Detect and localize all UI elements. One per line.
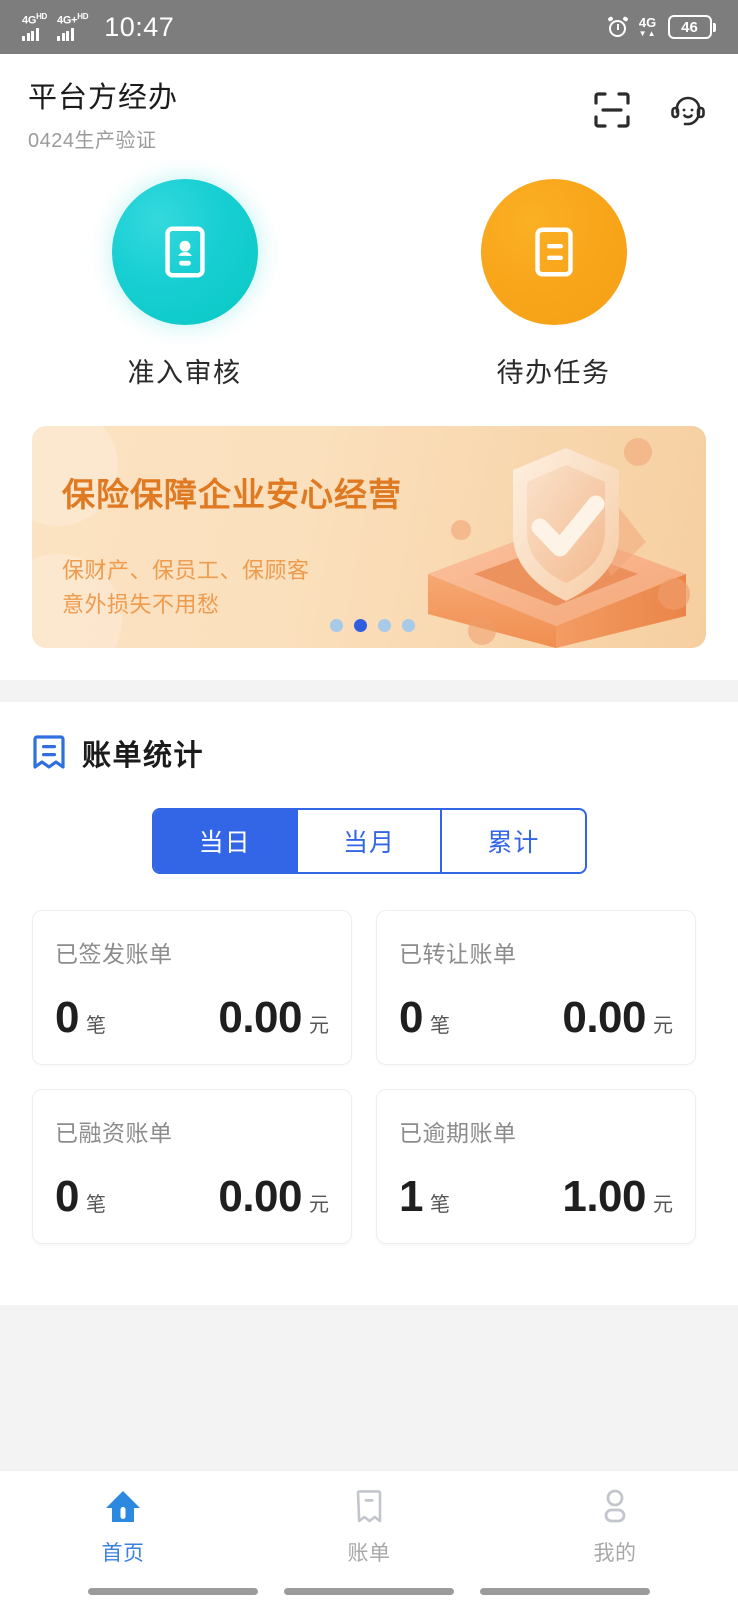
document-list-icon bbox=[534, 227, 573, 277]
stat-card-label: 已融资账单 bbox=[55, 1120, 173, 1147]
tab-period-month[interactable]: 当月 bbox=[298, 810, 443, 873]
stat-count-unit: 笔 bbox=[429, 1015, 450, 1038]
stat-card-financed[interactable]: 已融资账单 0 笔 0.00 元 bbox=[32, 1089, 352, 1245]
bill-statistics-header: 账单统计 bbox=[32, 732, 706, 774]
stat-amount-unit: 元 bbox=[653, 1015, 673, 1038]
stat-card-values: 0 笔 0.00 元 bbox=[399, 993, 673, 1043]
carrier2-label: 4G+ bbox=[57, 14, 78, 27]
status-bar-clock: 10:47 bbox=[104, 11, 175, 42]
app-screen: 4GHD 4G+HD 10:47 4G ▼▲ 46 平台方经办 0424生产验证… bbox=[0, 0, 738, 1600]
network-type-label: 4G bbox=[638, 15, 657, 30]
stat-card-issued[interactable]: 已签发账单 0 笔 0.00 元 bbox=[32, 910, 352, 1066]
carrier1-hd-label: HD bbox=[36, 11, 48, 21]
customer-service-icon[interactable] bbox=[666, 88, 710, 132]
header-actions bbox=[590, 80, 710, 132]
carrier2-hd-label: HD bbox=[77, 11, 89, 21]
network-arrows-icon: ▼▲ bbox=[638, 29, 657, 38]
stat-count-value: 0 bbox=[55, 993, 79, 1043]
scan-icon[interactable] bbox=[590, 88, 634, 132]
home-indicator bbox=[0, 1588, 738, 1595]
battery-level-label: 46 bbox=[681, 18, 698, 36]
tab-label: 账单 bbox=[347, 1542, 391, 1565]
stat-amount-unit: 元 bbox=[653, 1194, 673, 1217]
status-bar: 4GHD 4G+HD 10:47 4G ▼▲ 46 bbox=[0, 0, 738, 54]
stat-count-unit: 笔 bbox=[85, 1015, 106, 1038]
status-bar-left: 4GHD 4G+HD 10:47 bbox=[22, 12, 174, 43]
signal-indicator-1: 4GHD bbox=[22, 11, 48, 42]
page-background-filler bbox=[0, 1305, 738, 1470]
stat-card-transferred[interactable]: 已转让账单 0 笔 0.00 元 bbox=[376, 910, 696, 1066]
quick-entry-access-review[interactable]: 准入审核 bbox=[0, 179, 369, 390]
carousel-dot[interactable] bbox=[378, 619, 391, 633]
signal-bars-icon bbox=[22, 28, 39, 42]
status-bar-right: 4G ▼▲ 46 bbox=[606, 15, 716, 39]
carrier1-label: 4G bbox=[22, 14, 37, 27]
stat-count-unit: 笔 bbox=[429, 1194, 450, 1217]
stat-card-values: 1 笔 1.00 元 bbox=[399, 1172, 673, 1222]
id-card-icon bbox=[164, 226, 205, 278]
alarm-clock-icon bbox=[606, 15, 629, 37]
shield-check-in-box-illustration bbox=[428, 438, 690, 649]
section-divider bbox=[0, 680, 738, 703]
banner-slide[interactable]: 保险保障企业安心经营 保财产、保员工、保顾客 意外损失不用愁 bbox=[32, 426, 706, 649]
stat-card-label: 已签发账单 bbox=[55, 941, 173, 968]
home-icon bbox=[106, 1491, 140, 1522]
stat-count-value: 0 bbox=[55, 1172, 79, 1222]
quick-entry-label: 待办任务 bbox=[496, 358, 611, 389]
banner-subtitle-line1: 保财产、保员工、保顾客 bbox=[62, 558, 310, 584]
stat-card-values: 0 笔 0.00 元 bbox=[55, 993, 329, 1043]
bottom-tab-bar: 首页 账单 我的 bbox=[0, 1470, 738, 1600]
bill-statistics-section: 账单统计 当日 当月 累计 已签发账单 0 笔 0.00 元 已转让账单 0 笔… bbox=[0, 702, 738, 1245]
stat-card-label: 已转让账单 bbox=[399, 941, 517, 968]
page-title: 平台方经办 bbox=[28, 82, 179, 114]
tab-bills[interactable]: 账单 bbox=[246, 1485, 492, 1600]
stat-card-values: 0 笔 0.00 元 bbox=[55, 1172, 329, 1222]
signal-indicator-2: 4G+HD bbox=[57, 11, 89, 42]
tab-label: 首页 bbox=[101, 1542, 145, 1565]
carousel-dot[interactable] bbox=[402, 619, 415, 633]
stat-amount-value: 0.00 bbox=[218, 1172, 302, 1222]
page-header: 平台方经办 0424生产验证 bbox=[0, 54, 738, 165]
tab-label: 我的 bbox=[593, 1542, 637, 1565]
stat-amount-value: 0.00 bbox=[562, 993, 646, 1043]
period-segmented-control[interactable]: 当日 当月 累计 bbox=[151, 808, 587, 875]
stat-count-unit: 笔 bbox=[85, 1194, 106, 1217]
carousel-dots[interactable] bbox=[330, 619, 415, 633]
profile-icon bbox=[604, 1489, 626, 1523]
quick-entry-pending-tasks[interactable]: 待办任务 bbox=[369, 179, 738, 390]
header-titles: 平台方经办 0424生产验证 bbox=[28, 80, 178, 153]
tab-period-total[interactable]: 累计 bbox=[442, 810, 584, 872]
bill-receipt-icon bbox=[33, 735, 65, 769]
carousel-dot[interactable] bbox=[330, 619, 343, 633]
access-review-button[interactable] bbox=[111, 179, 258, 326]
stat-amount-unit: 元 bbox=[309, 1015, 329, 1038]
stat-card-overdue[interactable]: 已逾期账单 1 笔 1.00 元 bbox=[376, 1089, 696, 1245]
tab-profile[interactable]: 我的 bbox=[492, 1485, 738, 1600]
carousel-dot-active[interactable] bbox=[354, 619, 367, 633]
pending-tasks-button[interactable] bbox=[480, 179, 627, 326]
bill-icon bbox=[356, 1490, 382, 1523]
battery-indicator: 46 bbox=[667, 15, 716, 39]
section-title: 账单统计 bbox=[82, 740, 205, 773]
banner-carousel[interactable]: 保险保障企业安心经营 保财产、保员工、保顾客 意外损失不用愁 bbox=[0, 390, 738, 649]
quick-entry-row: 准入审核 待办任务 bbox=[0, 179, 738, 390]
statistic-cards: 已签发账单 0 笔 0.00 元 已转让账单 0 笔 0.00 元 已融资账单 … bbox=[32, 910, 706, 1245]
stat-count-value: 1 bbox=[399, 1172, 423, 1222]
banner-subtitle-line2: 意外损失不用愁 bbox=[62, 592, 220, 618]
stat-amount-unit: 元 bbox=[309, 1194, 329, 1217]
tab-period-today[interactable]: 当日 bbox=[153, 810, 298, 873]
stat-amount-value: 0.00 bbox=[218, 993, 302, 1043]
banner-subtitle: 保财产、保员工、保顾客 意外损失不用愁 bbox=[62, 554, 310, 622]
page-subtitle: 0424生产验证 bbox=[28, 130, 157, 153]
stat-count-value: 0 bbox=[399, 993, 423, 1043]
stat-amount-value: 1.00 bbox=[562, 1172, 646, 1222]
tab-home[interactable]: 首页 bbox=[0, 1485, 246, 1600]
network-type-indicator: 4G ▼▲ bbox=[639, 16, 657, 38]
quick-entry-label: 准入审核 bbox=[127, 358, 242, 389]
banner-title: 保险保障企业安心经营 bbox=[62, 476, 402, 514]
stat-card-label: 已逾期账单 bbox=[399, 1120, 517, 1147]
signal-bars-icon bbox=[57, 28, 74, 42]
